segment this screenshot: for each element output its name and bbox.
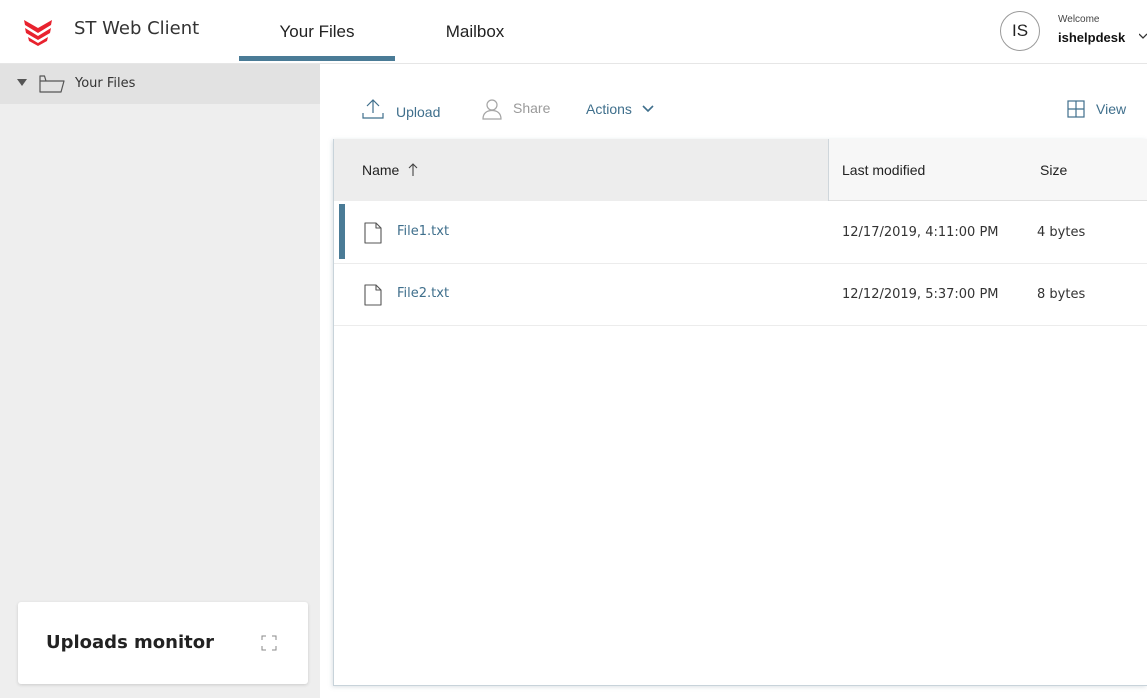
table-row[interactable]: File1.txt 12/17/2019, 4:11:00 PM 4 bytes [334, 202, 1147, 264]
username[interactable]: ishelpdesk [1058, 30, 1125, 45]
view-button[interactable]: View [1067, 95, 1126, 123]
upload-label: Upload [396, 104, 441, 120]
table-row[interactable]: File2.txt 12/12/2019, 5:37:00 PM 8 bytes [334, 264, 1147, 326]
column-header-name[interactable]: Name [334, 139, 829, 201]
sidebar: Your Files Uploads monitor [0, 64, 320, 698]
grid-view-icon [1067, 100, 1085, 118]
app-logo-icon [24, 20, 52, 46]
upload-icon [362, 99, 384, 119]
file-name-link[interactable]: File1.txt [397, 224, 449, 239]
expand-icon[interactable] [261, 635, 277, 651]
file-last-modified: 12/17/2019, 4:11:00 PM [842, 225, 999, 240]
file-last-modified: 12/12/2019, 5:37:00 PM [842, 287, 999, 302]
folder-icon [39, 75, 65, 93]
sort-ascending-icon [408, 163, 418, 176]
file-list-panel: Name Last modified Size File1.txt 12/17/… [333, 139, 1147, 686]
selected-row-indicator [339, 204, 345, 259]
file-size: 4 bytes [1037, 225, 1086, 240]
actions-dropdown[interactable]: Actions [586, 95, 654, 123]
share-label: Share [513, 100, 551, 116]
uploads-monitor-panel: Uploads monitor [18, 602, 308, 684]
uploads-monitor-title: Uploads monitor [46, 632, 215, 653]
upload-button[interactable]: Upload [362, 95, 440, 123]
share-button[interactable]: Share [481, 95, 550, 123]
caret-down-icon[interactable] [17, 79, 27, 87]
tab-mailbox[interactable]: Mailbox [420, 0, 530, 64]
column-header-size[interactable]: Size [1040, 139, 1067, 201]
user-avatar[interactable]: IS [1000, 11, 1040, 51]
actions-label: Actions [586, 101, 632, 117]
tab-your-files[interactable]: Your Files [239, 0, 395, 64]
column-header-name-label: Name [362, 162, 400, 178]
tree-item-label: Your Files [75, 76, 136, 91]
column-header-last-modified[interactable]: Last modified [842, 139, 925, 201]
chevron-down-icon[interactable] [1139, 32, 1147, 40]
user-icon [482, 99, 502, 120]
file-name-link[interactable]: File2.txt [397, 286, 449, 301]
file-icon [364, 284, 382, 306]
file-size: 8 bytes [1037, 287, 1086, 302]
app-title: ST Web Client [74, 18, 200, 39]
welcome-label: Welcome [1058, 14, 1100, 25]
file-icon [364, 222, 382, 244]
tree-item-your-files[interactable]: Your Files [0, 64, 320, 104]
table-header: Name Last modified Size [334, 139, 1147, 201]
chevron-down-icon [642, 105, 654, 113]
top-bar: ST Web Client Your Files Mailbox IS Welc… [0, 0, 1147, 64]
view-label: View [1096, 101, 1127, 117]
